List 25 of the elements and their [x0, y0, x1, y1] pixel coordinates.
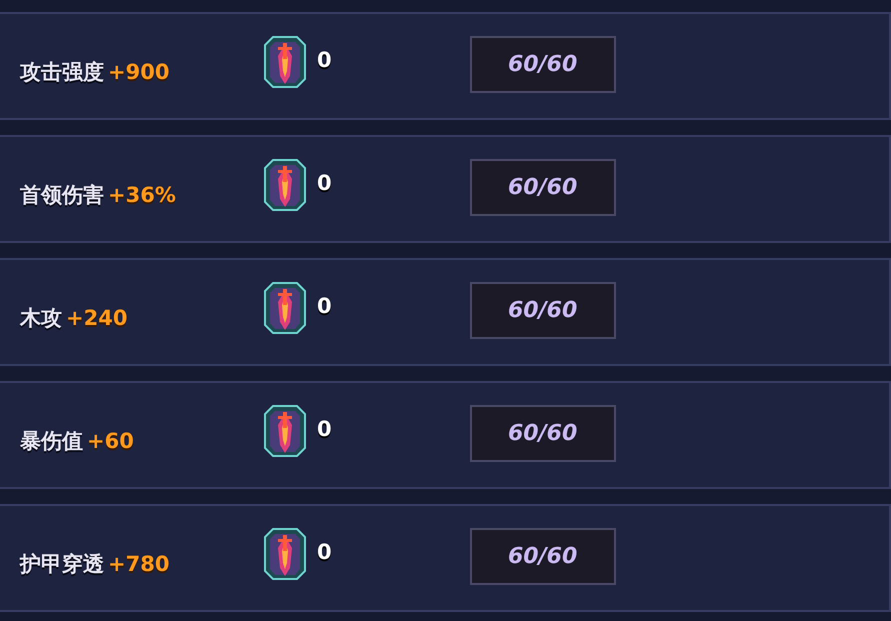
stat-bonus: +240: [66, 306, 128, 330]
progress-counter: 60/60: [470, 404, 616, 462]
gem-icon: [263, 281, 307, 335]
stat-name: 护甲穿透: [20, 552, 104, 576]
stat-bonus: +60: [87, 429, 134, 454]
gem-icon: [263, 35, 307, 89]
stat-name: 木攻: [20, 306, 62, 330]
stat-name: 攻击强度: [20, 60, 104, 84]
stat-name: 首领伤害: [20, 183, 104, 208]
item-count: 0: [317, 293, 332, 320]
progress-counter: 60/60: [470, 282, 616, 338]
stat-bonus: +780: [108, 552, 170, 576]
item-count: 0: [317, 170, 332, 198]
progress-counter: 60/60: [470, 528, 616, 584]
gem-icon: [263, 404, 307, 458]
item-count: 0: [317, 47, 332, 74]
item-count: 0: [317, 539, 332, 566]
item-count: 0: [317, 416, 332, 444]
stat-name: 暴伤值: [20, 429, 83, 454]
progress-counter: 60/60: [470, 158, 616, 216]
stat-bonus: +900: [108, 60, 170, 84]
progress-counter: 60/60: [470, 36, 616, 92]
stat-bonus: +36%: [108, 183, 176, 208]
gem-icon: [263, 158, 307, 212]
gem-icon: [263, 527, 307, 581]
